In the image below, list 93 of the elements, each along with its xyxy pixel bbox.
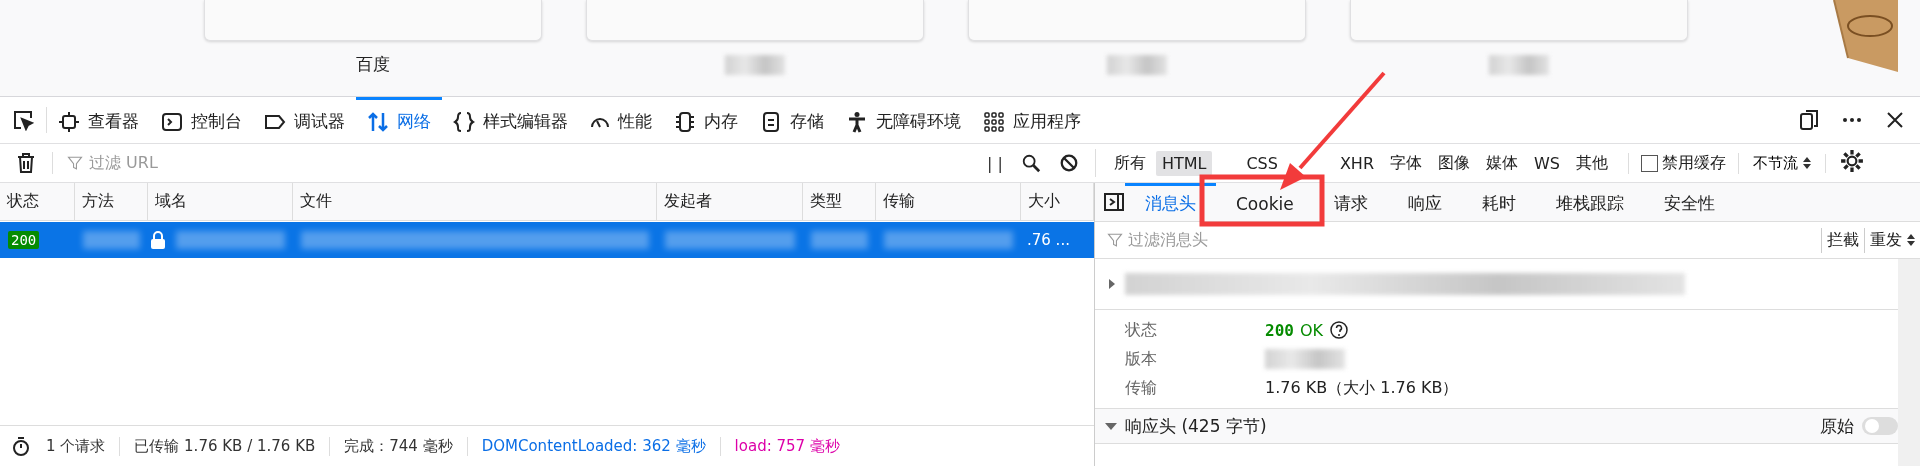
pause-button[interactable]: | | xyxy=(987,153,1003,173)
grid-icon xyxy=(983,110,1005,133)
pick-icon xyxy=(12,109,34,131)
details-tab[interactable]: 响应 xyxy=(1387,183,1462,221)
type-filter[interactable]: 图像 xyxy=(1432,149,1476,177)
site-tile[interactable] xyxy=(204,0,542,41)
status-text: load: 757 毫秒 xyxy=(719,436,854,456)
details-tab[interactable]: 堆栈跟踪 xyxy=(1535,183,1644,221)
toolbar-tab[interactable]: 应用程序 xyxy=(972,97,1092,143)
type-filter[interactable]: CSS xyxy=(1240,150,1284,176)
up-down-icon xyxy=(1907,234,1915,246)
type-filter[interactable]: XHR xyxy=(1333,150,1380,176)
details-tab[interactable]: 请求 xyxy=(1313,183,1388,221)
status-text: 已传输 1.76 KB / 1.76 KB xyxy=(119,436,330,456)
field-value: 1.76 KB（大小 1.76 KB） xyxy=(1265,377,1460,399)
details-tab[interactable]: 安全性 xyxy=(1643,183,1735,221)
toggle-label: 原始 xyxy=(1820,414,1854,438)
toolbar-tab[interactable]: 样式编辑器 xyxy=(442,97,579,143)
dock-icon xyxy=(1798,109,1820,131)
throttle-dropdown[interactable]: 不节流 xyxy=(1739,153,1826,173)
storage-icon xyxy=(760,110,782,133)
status-code: 200 xyxy=(8,231,40,249)
blurred-label xyxy=(1107,55,1167,75)
toolbar-tab[interactable]: 网络 xyxy=(356,97,442,143)
scrollbar[interactable] xyxy=(1898,259,1920,466)
block-icon xyxy=(1058,153,1079,173)
column-header[interactable]: 域名 xyxy=(148,183,293,220)
filter-icon xyxy=(1107,232,1123,248)
column-header[interactable]: 类型 xyxy=(803,183,876,220)
toolbar-tab[interactable]: 无障碍环境 xyxy=(835,97,972,143)
status-text: DOMContentLoaded: 362 毫秒 xyxy=(466,436,720,456)
resend-button[interactable]: 重发 xyxy=(1863,227,1920,253)
checkbox-label: 禁用缓存 xyxy=(1662,152,1726,174)
raw-toggle[interactable] xyxy=(1862,417,1898,435)
details-tab[interactable]: Cookie xyxy=(1216,183,1314,221)
status-code: 200 xyxy=(1265,320,1294,340)
blurred-label xyxy=(725,55,785,75)
type-filter[interactable]: 字体 xyxy=(1384,149,1428,177)
toolbar-tab[interactable]: 内存 xyxy=(663,97,749,143)
field-label: 版本 xyxy=(1125,348,1158,370)
filter-icon xyxy=(67,155,83,171)
collapse-arrow-icon[interactable] xyxy=(1105,422,1117,430)
status-text: 1 个请求 xyxy=(45,436,107,456)
column-header[interactable]: 发起者 xyxy=(657,183,803,220)
blurred-area xyxy=(811,231,868,249)
memory-icon xyxy=(674,110,696,133)
blurred-label xyxy=(1489,55,1549,75)
expand-arrow-icon xyxy=(1107,278,1117,290)
request-row[interactable]: 200 .76 ... xyxy=(0,222,1094,258)
help-icon xyxy=(1329,320,1349,340)
type-filter[interactable]: 所有 xyxy=(1107,149,1152,177)
toolbar-tab[interactable]: 存储 xyxy=(749,97,835,143)
person-icon xyxy=(846,110,868,133)
type-filter[interactable]: WS xyxy=(1528,150,1566,176)
search-icon xyxy=(1020,153,1041,173)
status-text: OK xyxy=(1299,320,1323,340)
settings-icon xyxy=(1839,149,1864,173)
site-tile[interactable] xyxy=(1350,0,1688,41)
toolbar-tab[interactable]: 控制台 xyxy=(150,97,253,143)
blurred-area xyxy=(83,231,140,249)
console-icon xyxy=(161,110,183,133)
site-tile[interactable] xyxy=(968,0,1306,41)
checkbox[interactable] xyxy=(1641,154,1658,172)
stopwatch-icon xyxy=(10,435,32,457)
details-tab[interactable]: 消息头 xyxy=(1125,183,1216,221)
site-label: 百度 xyxy=(356,53,390,76)
size-cell-text: .76 ... xyxy=(1026,231,1071,249)
block-button[interactable]: 拦截 xyxy=(1820,227,1864,253)
network-icon xyxy=(367,110,389,133)
status-text: 完成：744 毫秒 xyxy=(329,436,467,456)
sidebar-toggle-icon xyxy=(1103,191,1125,213)
toolbar-tab[interactable]: 查看器 xyxy=(47,97,150,143)
toolbar-tab[interactable]: 性能 xyxy=(579,97,663,143)
section-title[interactable]: 响应头 (425 字节) xyxy=(1125,414,1267,438)
toolbar-tab[interactable]: 调试器 xyxy=(253,97,356,143)
column-header[interactable]: 大小 xyxy=(1021,183,1094,220)
column-header[interactable]: 状态 xyxy=(0,183,75,220)
details-tab[interactable]: 耗时 xyxy=(1461,183,1536,221)
up-down-icon xyxy=(1802,157,1811,169)
type-filter[interactable]: HTML xyxy=(1155,150,1213,176)
column-header[interactable]: 文件 xyxy=(293,183,657,220)
column-header[interactable]: 方法 xyxy=(75,183,148,220)
trash-icon xyxy=(15,152,37,174)
column-header[interactable]: 传输 xyxy=(876,183,1021,220)
chip-icon xyxy=(58,110,80,133)
type-filter[interactable]: 媒体 xyxy=(1480,149,1524,177)
field-label: 传输 xyxy=(1125,377,1158,399)
more-icon xyxy=(1842,118,1862,122)
lock-icon xyxy=(148,230,168,250)
site-tile[interactable] xyxy=(586,0,924,41)
braces-icon xyxy=(453,110,475,133)
type-filter[interactable]: 其他 xyxy=(1570,149,1614,177)
field-label: 状态 xyxy=(1125,319,1158,341)
